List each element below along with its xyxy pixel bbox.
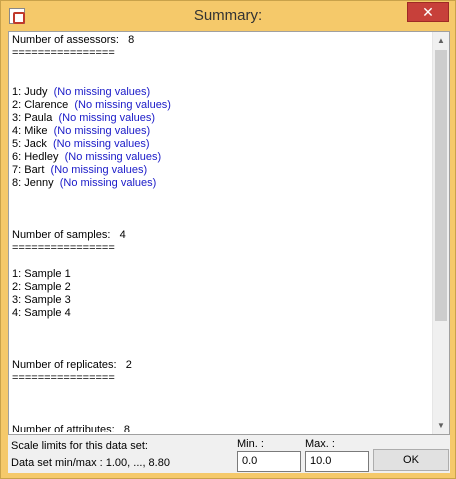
assessor-name: 3: Paula bbox=[12, 112, 53, 124]
window-title: Summary: bbox=[193, 7, 263, 24]
assessor-line: 1: Judy (No missing values) bbox=[12, 86, 430, 99]
assessor-name: 8: Jenny bbox=[12, 177, 54, 189]
scale-limits-label: Scale limits for this data set: bbox=[11, 440, 148, 452]
max-input[interactable]: 10.0 bbox=[305, 451, 369, 472]
assessor-name: 4: Mike bbox=[12, 125, 48, 137]
max-header: Max. : bbox=[305, 438, 335, 450]
summary-text: Number of assessors: 8 ================ … bbox=[12, 34, 430, 432]
assessor-name: 6: Hedley bbox=[12, 151, 59, 163]
assessor-line: 4: Mike (No missing values) bbox=[12, 125, 430, 138]
assessor-line: 2: Clarence (No missing values) bbox=[12, 99, 430, 112]
missing-values-note: (No missing values) bbox=[59, 177, 157, 189]
separator: ================ bbox=[12, 47, 115, 59]
scroll-thumb[interactable] bbox=[435, 50, 447, 321]
assessors-count: Number of assessors: 8 bbox=[12, 34, 135, 46]
sample-line: 2: Sample 2 bbox=[12, 281, 71, 293]
missing-values-note: (No missing values) bbox=[64, 151, 162, 163]
min-header: Min. : bbox=[237, 438, 264, 450]
assessor-line: 3: Paula (No missing values) bbox=[12, 112, 430, 125]
replicates-count: Number of replicates: 2 bbox=[12, 359, 132, 371]
assessor-name: 5: Jack bbox=[12, 138, 47, 150]
assessor-name: 1: Judy bbox=[12, 86, 48, 98]
summary-window: Summary: ✕ Number of assessors: 8 ======… bbox=[0, 0, 456, 479]
close-button[interactable]: ✕ bbox=[407, 2, 449, 22]
vertical-scrollbar[interactable]: ▲ ▼ bbox=[432, 32, 449, 434]
data-minmax-label: Data set min/max : 1.00, ..., 8.80 bbox=[11, 457, 170, 469]
missing-values-note: (No missing values) bbox=[74, 99, 171, 111]
title-bar[interactable]: Summary: ✕ bbox=[1, 1, 455, 31]
missing-values-note: (No missing values) bbox=[53, 125, 151, 137]
separator: ================ bbox=[12, 372, 115, 384]
summary-text-area[interactable]: Number of assessors: 8 ================ … bbox=[8, 31, 450, 435]
assessor-name: 2: Clarence bbox=[12, 99, 69, 111]
window-client-area: Number of assessors: 8 ================ … bbox=[8, 31, 450, 473]
missing-values-note: (No missing values) bbox=[50, 164, 148, 176]
scroll-up-icon[interactable]: ▲ bbox=[433, 32, 449, 49]
attributes-count: Number of attributes: 8 bbox=[12, 424, 130, 432]
min-input[interactable]: 0.0 bbox=[237, 451, 301, 472]
sample-line: 3: Sample 3 bbox=[12, 294, 71, 306]
missing-values-note: (No missing values) bbox=[52, 138, 150, 150]
assessor-name: 7: Bart bbox=[12, 164, 45, 176]
footer-panel: Scale limits for this data set: Data set… bbox=[8, 435, 450, 473]
missing-values-note: (No missing values) bbox=[58, 112, 156, 124]
samples-count: Number of samples: 4 bbox=[12, 229, 126, 241]
scroll-down-icon[interactable]: ▼ bbox=[433, 417, 449, 434]
sample-line: 4: Sample 4 bbox=[12, 307, 71, 319]
separator: ================ bbox=[12, 242, 115, 254]
assessor-line: 5: Jack (No missing values) bbox=[12, 138, 430, 151]
missing-values-note: (No missing values) bbox=[53, 86, 151, 98]
ok-button[interactable]: OK bbox=[373, 449, 449, 471]
assessor-line: 7: Bart (No missing values) bbox=[12, 164, 430, 177]
assessor-line: 8: Jenny (No missing values) bbox=[12, 177, 430, 190]
sample-line: 1: Sample 1 bbox=[12, 268, 71, 280]
assessor-line: 6: Hedley (No missing values) bbox=[12, 151, 430, 164]
